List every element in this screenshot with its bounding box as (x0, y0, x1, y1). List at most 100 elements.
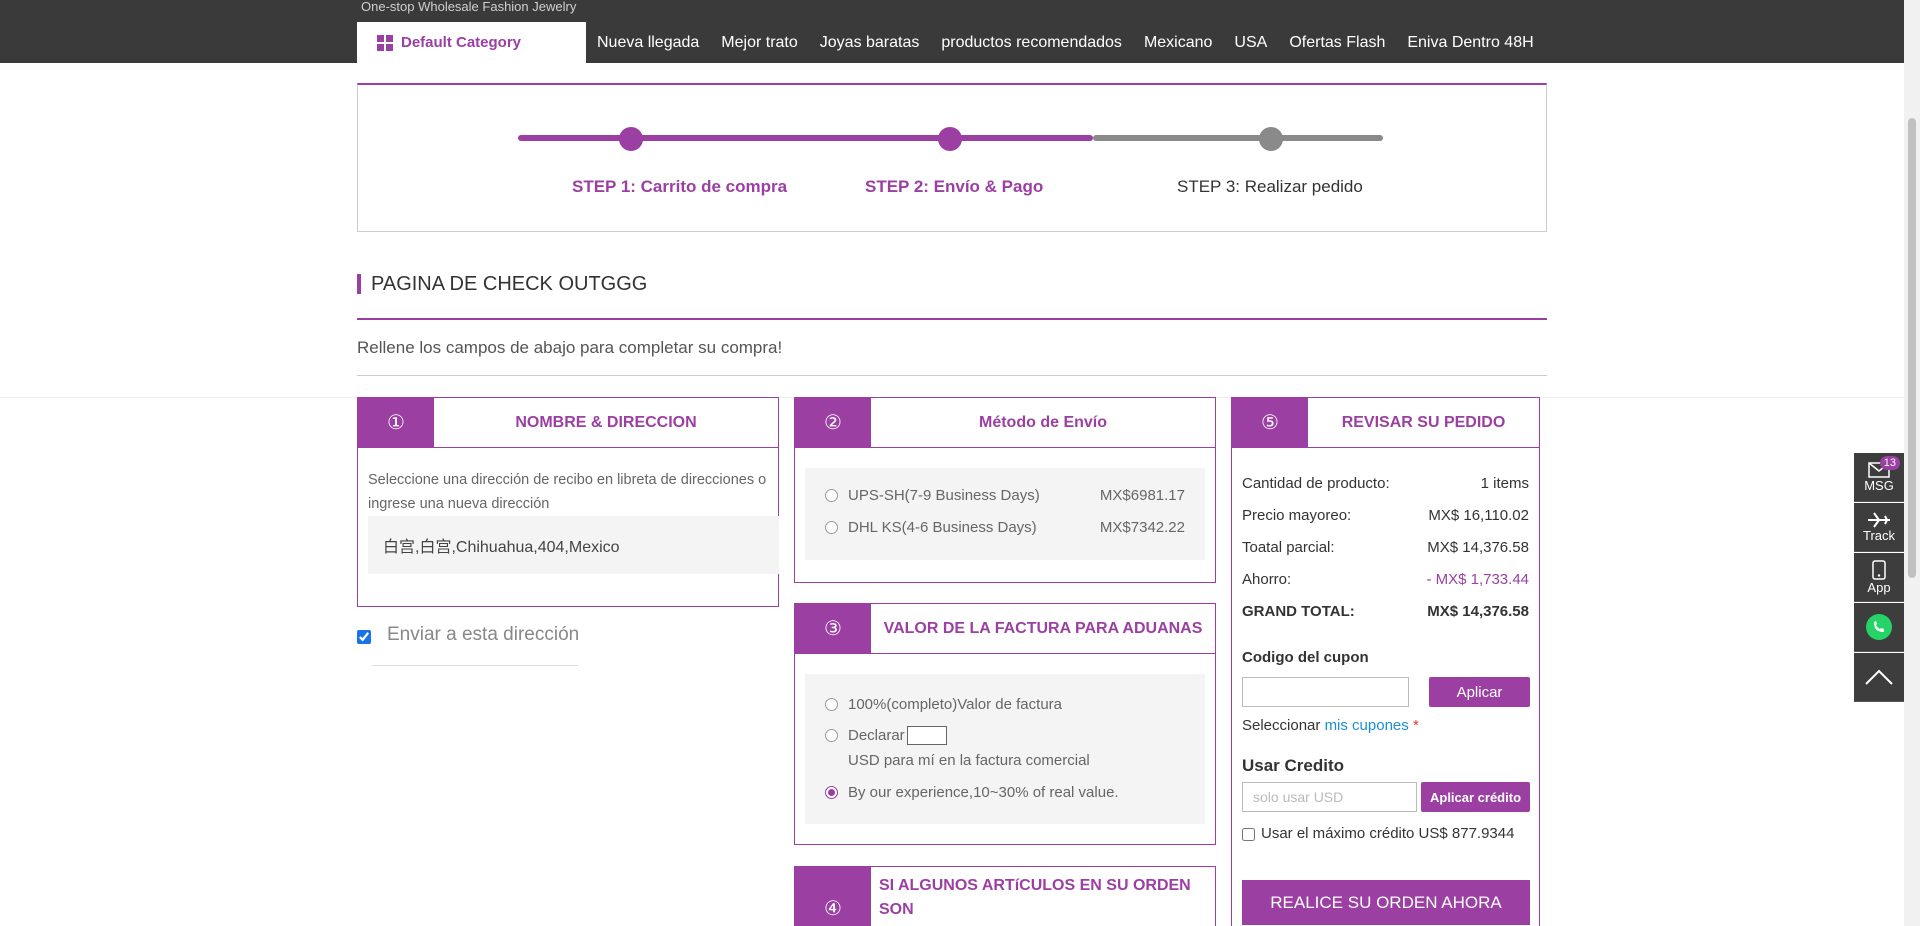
review-row-value: MX$ 14,376.58 (1427, 539, 1529, 556)
default-category-button[interactable]: Default Category (357, 22, 586, 63)
customs-panel: 100%(completo)Valor de factura Declarar … (794, 653, 1216, 845)
back-to-top-button[interactable] (1854, 653, 1904, 702)
shipping-option[interactable]: DHL KS(4-6 Business Days) (825, 519, 1037, 536)
nav-item[interactable]: USA (1234, 34, 1267, 52)
step3-label: STEP 3: Realizar pedido (1177, 177, 1363, 196)
page-subtitle: Rellene los campos de abajo para complet… (357, 338, 783, 357)
nav-item[interactable]: productos recomendados (941, 34, 1122, 52)
declare-note: USD para mí en la factura comercial (848, 752, 1090, 769)
app-tool[interactable]: App (1854, 553, 1904, 602)
nav-item[interactable]: Eniva Dentro 48H (1407, 34, 1533, 52)
shipping-option[interactable]: UPS-SH(7-9 Business Days) (825, 487, 1040, 504)
address-note: Seleccione una dirección de recibo en li… (368, 472, 767, 512)
ship-to-address-label: Enviar a esta dirección (387, 624, 580, 645)
nav-item[interactable]: Nueva llegada (597, 34, 699, 52)
step2-dot (938, 127, 962, 151)
shipping-option-label: DHL KS(4-6 Business Days) (848, 519, 1037, 536)
review-row-label: Toatal parcial: (1242, 539, 1335, 556)
missing-items-panel-header: ④ SI ALGUNOS ARTíCULOS EN SU ORDEN SON (794, 866, 1216, 926)
review-row-label: GRAND TOTAL: (1242, 603, 1355, 620)
max-credit-label: Usar el máximo crédito US$ 877.9344 (1261, 825, 1515, 842)
radio-button[interactable] (825, 489, 838, 502)
shipping-option-label: UPS-SH(7-9 Business Days) (848, 487, 1040, 504)
review-row: Precio mayoreo: MX$ 16,110.02 (1242, 507, 1529, 524)
progress-done (518, 135, 1093, 141)
nav-item[interactable]: Ofertas Flash (1289, 34, 1385, 52)
max-credit-checkbox[interactable] (1242, 828, 1255, 841)
whatsapp-icon (1866, 614, 1892, 640)
shipping-panel-header: ② Método de Envío (794, 397, 1216, 448)
scrollbar-thumb[interactable] (1908, 118, 1916, 578)
radio-button[interactable] (825, 698, 838, 711)
customs-option-label: Declarar (848, 727, 905, 744)
coupon-input[interactable] (1242, 677, 1409, 707)
review-panel-title: REVISAR SU PEDIDO (1341, 413, 1506, 431)
required-star: * (1412, 717, 1419, 734)
missing-items-title: SI ALGUNOS ARTíCULOS EN SU ORDEN SON (879, 877, 1191, 918)
review-row: Cantidad de producto: 1 items (1242, 475, 1529, 492)
savings-value: - MX$ 1,733.44 (1426, 571, 1529, 588)
declare-value-input[interactable] (906, 726, 947, 745)
step1-dot (619, 127, 643, 151)
apply-credit-button[interactable]: Aplicar crédito (1421, 782, 1530, 812)
review-row-label: Precio mayoreo: (1242, 507, 1352, 524)
step-number: ① (358, 398, 434, 447)
customs-panel-title: VALOR DE LA FACTURA PARA ADUANAS (883, 619, 1203, 637)
ship-to-address-checkbox[interactable] (357, 630, 371, 644)
step-number: ⑤ (1232, 398, 1308, 447)
review-row: Ahorro: - MX$ 1,733.44 (1242, 571, 1529, 588)
credit-input[interactable]: solo usar USD (1242, 782, 1417, 812)
customs-option-label: By our experience,10~30% of real value. (848, 784, 1119, 801)
nav-item[interactable]: Mexicano (1144, 34, 1212, 52)
grid-icon (377, 34, 393, 51)
page-scrollbar[interactable] (1904, 0, 1920, 926)
select-coupons: Seleccionar mis cupones * (1242, 717, 1419, 734)
track-label: Track (1862, 527, 1896, 543)
review-row-label: Ahorro: (1242, 571, 1292, 588)
shipping-options: UPS-SH(7-9 Business Days) MX$6981.17 DHL… (805, 468, 1205, 560)
site-tagline: One-stop Wholesale Fashion Jewelry (361, 0, 577, 14)
my-coupons-link[interactable]: mis cupones (1325, 717, 1409, 734)
checkout-steps: STEP 1: Carrito de compra STEP 2: Envío … (357, 83, 1547, 232)
divider (357, 375, 1547, 376)
nav-item[interactable]: Joyas baratas (820, 34, 920, 52)
review-row-value: MX$ 16,110.02 (1428, 507, 1529, 524)
customs-options: 100%(completo)Valor de factura Declarar … (805, 674, 1205, 824)
radio-button[interactable] (825, 729, 838, 742)
address-panel-header: ① NOMBRE & DIRECCION (357, 397, 779, 448)
customs-option-full[interactable]: 100%(completo)Valor de factura (825, 696, 1062, 713)
apply-coupon-button[interactable]: Aplicar (1429, 677, 1530, 707)
radio-button[interactable] (825, 521, 838, 534)
review-row-label: Cantidad de producto: (1242, 475, 1390, 492)
grand-total-value: MX$ 14,376.58 (1427, 603, 1529, 620)
main-nav: Default Category Nueva llegada Mejor tra… (357, 22, 1545, 63)
grand-total-row: GRAND TOTAL: MX$ 14,376.58 (1242, 603, 1529, 620)
address-panel: Seleccione una dirección de recibo en li… (357, 447, 779, 607)
message-count-badge: 13 (1879, 456, 1900, 470)
message-tool[interactable]: 13 MSG (1854, 453, 1904, 502)
use-credit-title: Usar Credito (1242, 756, 1345, 775)
airplane-icon (1868, 511, 1890, 528)
shipping-panel-title: Método de Envío (979, 413, 1107, 431)
whatsapp-tool[interactable] (1854, 603, 1904, 652)
customs-option-label: 100%(completo)Valor de factura (848, 696, 1062, 713)
customs-option-declare[interactable]: Declarar (825, 726, 947, 745)
review-panel-header: ⑤ REVISAR SU PEDIDO (1231, 397, 1540, 448)
shipping-option-price: MX$6981.17 (1099, 487, 1185, 504)
track-tool[interactable]: Track (1854, 503, 1904, 552)
step3-dot (1259, 127, 1283, 151)
step-number: ③ (795, 604, 871, 653)
top-bar: One-stop Wholesale Fashion Jewelry Defau… (0, 0, 1904, 63)
coupon-label: Codigo del cupon (1242, 649, 1369, 666)
address-selector[interactable]: 白宫,白宫,Chihuahua,404,Mexico (368, 516, 779, 574)
default-category-label: Default Category (401, 34, 522, 51)
place-order-button[interactable]: REALICE SU ORDEN AHORA (1242, 880, 1530, 925)
message-label: MSG (1864, 477, 1894, 493)
customs-option-experience[interactable]: By our experience,10~30% of real value. (825, 784, 1119, 801)
divider (357, 318, 1547, 320)
chevron-up-icon (1865, 669, 1893, 685)
divider (372, 665, 578, 666)
nav-item[interactable]: Mejor trato (721, 34, 797, 52)
customs-panel-header: ③ VALOR DE LA FACTURA PARA ADUANAS (794, 603, 1216, 654)
radio-button-selected[interactable] (825, 786, 838, 799)
